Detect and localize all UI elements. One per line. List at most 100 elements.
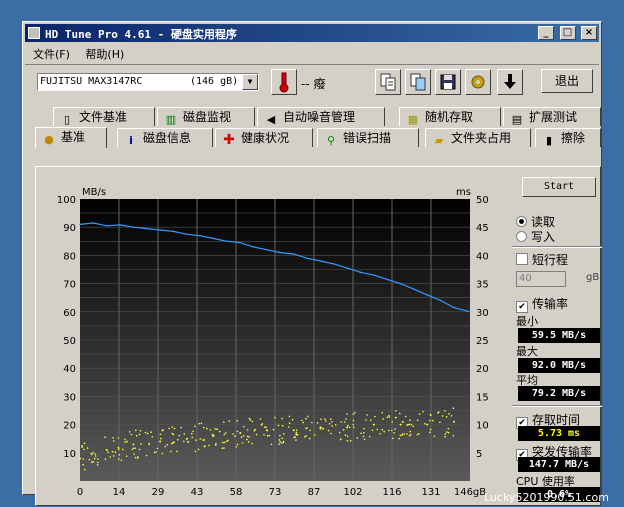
tab-disk-monitor[interactable]: ▥ 磁盘监视: [157, 107, 255, 126]
write-radio[interactable]: 写入: [516, 228, 555, 245]
access-time-point: [236, 443, 239, 446]
transfer-rate-point: [105, 224, 108, 227]
access-time-point: [160, 437, 162, 440]
access-time-point: [248, 436, 250, 438]
access-time-point: [239, 432, 242, 435]
tab-extra-tests[interactable]: ▤ 扩展测试: [503, 107, 601, 126]
access-time-point: [416, 433, 419, 436]
tab-erase[interactable]: ▮ 擦除: [535, 128, 601, 147]
access-time-point: [324, 418, 326, 420]
access-time-point: [334, 424, 337, 426]
tab-random-access[interactable]: ▦ 随机存取: [399, 107, 501, 126]
menu-file[interactable]: 文件(F): [27, 44, 76, 64]
save-icon[interactable]: [435, 69, 461, 95]
transfer-rate-point: [252, 246, 255, 248]
exit-button[interactable]: 退出: [541, 69, 593, 93]
access-time-point: [212, 434, 215, 437]
access-time-point: [97, 461, 99, 464]
access-time-point: [140, 443, 142, 445]
access-time-point: [274, 416, 276, 419]
access-time-point: [327, 429, 330, 432]
access-time-point: [429, 419, 431, 422]
access-time-point: [215, 443, 217, 445]
minimize-button[interactable]: _: [538, 26, 554, 40]
access-time-point: [379, 433, 381, 435]
maximize-button[interactable]: □: [559, 26, 576, 40]
access-time-point: [159, 433, 162, 436]
access-time-point: [263, 434, 265, 436]
y2-tick-label: 40: [476, 251, 489, 262]
access-time-point: [365, 419, 367, 421]
access-time-point: [185, 437, 188, 440]
access-time-point: [278, 443, 280, 446]
access-time-point: [191, 432, 193, 435]
short-stroke-checkbox[interactable]: 短行程: [516, 251, 568, 268]
chevron-down-icon[interactable]: ▼: [242, 74, 258, 90]
access-time-point: [344, 434, 347, 436]
access-time-point: [235, 446, 238, 448]
access-time-point: [362, 435, 365, 438]
copy-text-icon[interactable]: [375, 69, 401, 95]
x-tick-label: 58: [230, 487, 243, 498]
access-time-point: [398, 412, 401, 415]
access-time-point: [342, 429, 345, 431]
access-time-point: [251, 442, 253, 445]
access-time-point: [266, 429, 268, 432]
y2-tick-label: 35: [476, 280, 489, 291]
short-stroke-input[interactable]: 40: [516, 271, 566, 287]
y2-axis-label: ms: [456, 187, 471, 198]
access-time-point: [122, 448, 124, 451]
access-time-point: [403, 433, 406, 435]
access-time-point: [282, 441, 285, 444]
access-time-point: [118, 454, 121, 456]
access-time-point: [406, 433, 408, 435]
access-time-point: [430, 414, 432, 417]
access-time-point: [192, 430, 194, 433]
start-button[interactable]: Start: [522, 177, 596, 197]
access-time-point: [288, 415, 291, 418]
transfer-rate-checkbox[interactable]: ✔ 传输率: [516, 295, 568, 313]
access-time-point: [261, 423, 264, 425]
download-icon[interactable]: [497, 69, 523, 95]
options-icon[interactable]: [465, 69, 491, 95]
access-time-point: [295, 429, 298, 431]
access-time-point: [408, 423, 411, 426]
title-bar[interactable]: HD Tune Pro 4.61 - 硬盘实用程序 _ □ ×: [25, 24, 599, 42]
thermometer-icon[interactable]: [271, 69, 297, 95]
access-time-point: [177, 438, 179, 441]
access-time-point: [150, 431, 152, 433]
access-time-point: [399, 423, 402, 426]
copy-screenshot-icon[interactable]: [405, 69, 431, 95]
access-time-point: [236, 430, 239, 433]
access-time-point: [198, 422, 201, 425]
y2-tick-label: 50: [476, 195, 489, 206]
drive-select[interactable]: FUJITSU MAX3147RC (146 gB) ▼: [37, 73, 259, 91]
menu-help[interactable]: 帮助(H): [79, 44, 130, 64]
app-icon: [28, 27, 40, 39]
access-time-point: [133, 453, 135, 455]
access-time-point: [194, 425, 196, 428]
access-time-point: [409, 430, 412, 433]
tab-error-scan[interactable]: ⚲ 错误扫描: [317, 128, 419, 147]
access-time-point: [295, 439, 297, 441]
access-time-point: [94, 453, 96, 455]
access-time-point: [159, 440, 162, 443]
tab-disk-info[interactable]: i 磁盘信息: [117, 128, 213, 147]
transfer-rate-point: [279, 251, 282, 254]
access-time-point: [118, 448, 120, 450]
tab-folder-usage[interactable]: ▰ 文件夹占用: [425, 128, 531, 147]
tab-benchmark[interactable]: ● 基准: [35, 127, 107, 148]
access-time-point: [170, 450, 172, 453]
tab-aam[interactable]: ◀ 自动噪音管理: [257, 107, 385, 126]
tab-file-benchmark[interactable]: ▯ 文件基准: [53, 107, 155, 126]
transfer-rate-point: [119, 224, 121, 226]
tab-health[interactable]: ✚ 健康状况: [215, 128, 313, 147]
y-tick-label: 40: [63, 364, 76, 375]
access-time-point: [223, 433, 226, 436]
x-tick-label: 0: [77, 487, 83, 498]
access-time-point: [447, 431, 450, 434]
close-button[interactable]: ×: [581, 26, 597, 40]
access-time-point: [391, 429, 393, 432]
access-time-point: [281, 417, 283, 420]
access-time-point: [395, 416, 397, 419]
